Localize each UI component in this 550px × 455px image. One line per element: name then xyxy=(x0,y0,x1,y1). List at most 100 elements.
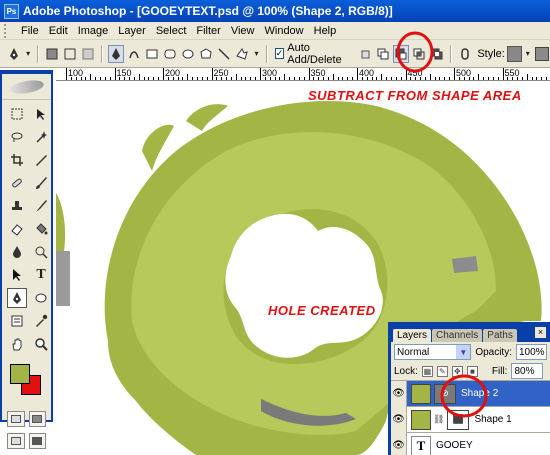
path-selection-icon[interactable] xyxy=(7,265,27,285)
ellipse-tool-icon[interactable] xyxy=(180,45,196,63)
ruler-minor-tick xyxy=(449,77,451,80)
standard-mode-button[interactable] xyxy=(7,411,25,427)
full-screen-mode-button[interactable] xyxy=(28,433,46,449)
ruler-minor-tick xyxy=(463,77,465,80)
lasso-icon[interactable] xyxy=(7,127,27,147)
menu-view[interactable]: View xyxy=(226,25,260,37)
ruler-minor-tick xyxy=(129,77,131,80)
polygon-tool-icon[interactable] xyxy=(198,45,214,63)
style-swatch[interactable] xyxy=(506,45,522,62)
ruler-minor-tick xyxy=(85,77,87,80)
eraser-icon[interactable] xyxy=(7,219,27,239)
rounded-rectangle-tool-icon[interactable] xyxy=(162,45,178,63)
ruler-minor-tick xyxy=(521,77,523,80)
eye-icon[interactable]: 👁 xyxy=(391,432,407,455)
layer-row-gooey[interactable]: 👁 T GOOEY xyxy=(391,432,550,455)
menu-image[interactable]: Image xyxy=(73,25,114,37)
ruler-minor-tick xyxy=(381,74,383,80)
standard-screen-mode-button[interactable] xyxy=(7,433,25,449)
menu-file[interactable]: File xyxy=(16,25,44,37)
fill-input[interactable]: 80% xyxy=(511,363,544,379)
color-swatch[interactable] xyxy=(534,45,550,63)
line-tool-icon[interactable] xyxy=(216,45,232,63)
ruler-minor-tick xyxy=(255,77,257,80)
ruler-minor-tick xyxy=(444,77,446,80)
menu-layer[interactable]: Layer xyxy=(113,25,151,37)
ruler-minor-tick xyxy=(158,77,160,80)
close-icon[interactable]: × xyxy=(535,327,546,338)
opacity-input[interactable]: 100% xyxy=(516,344,547,360)
fill-pixels-mode-icon[interactable] xyxy=(80,45,96,63)
foreground-color-swatch[interactable] xyxy=(10,364,30,384)
ruler-minor-tick xyxy=(332,74,334,80)
custom-shape-tool-icon[interactable] xyxy=(234,45,250,63)
shape-dropdown-icon[interactable]: ▾ xyxy=(252,45,260,63)
ruler-minor-tick xyxy=(138,74,140,80)
ruler-minor-tick xyxy=(235,74,237,80)
ruler-minor-tick xyxy=(526,74,528,80)
hand-icon[interactable] xyxy=(7,334,27,354)
shape-icon[interactable] xyxy=(31,288,51,308)
eyedropper-icon[interactable] xyxy=(31,311,51,331)
pen-icon[interactable] xyxy=(7,288,27,308)
style-dropdown-icon[interactable]: ▾ xyxy=(524,45,532,63)
ruler-minor-tick xyxy=(318,77,320,80)
clone-stamp-icon[interactable] xyxy=(7,196,27,216)
blend-mode-select[interactable]: Normal ▼ xyxy=(394,344,472,360)
tab-layers[interactable]: Layers xyxy=(393,329,432,342)
brush-icon[interactable] xyxy=(31,173,51,193)
toolbox-panel: T xyxy=(0,70,53,449)
auto-add-delete-checkbox[interactable]: ✓ xyxy=(274,48,285,59)
add-to-shape-area-icon[interactable] xyxy=(375,45,391,63)
auto-add-delete-option[interactable]: ✓ Auto Add/Delete xyxy=(274,42,350,66)
ruler-minor-tick xyxy=(177,77,179,80)
ruler-major-tick xyxy=(357,68,358,80)
shape-layers-mode-icon[interactable] xyxy=(44,45,60,63)
crop-icon[interactable] xyxy=(7,150,27,170)
menu-select[interactable]: Select xyxy=(151,25,192,37)
zoom-icon[interactable] xyxy=(31,334,51,354)
marquee-icon[interactable] xyxy=(7,104,27,124)
move-icon[interactable] xyxy=(31,104,51,124)
blur-icon[interactable] xyxy=(7,242,27,262)
pen-tool-icon[interactable] xyxy=(108,44,125,63)
tab-channels[interactable]: Channels xyxy=(432,329,483,342)
photoshop-app-icon: Ps xyxy=(4,3,19,19)
ruler-minor-tick xyxy=(75,77,77,80)
paint-bucket-icon[interactable] xyxy=(31,219,51,239)
menu-help[interactable]: Help xyxy=(309,25,342,37)
pen-tool-preset-icon[interactable] xyxy=(6,45,22,63)
type-icon[interactable]: T xyxy=(31,265,51,285)
slice-icon[interactable] xyxy=(31,150,51,170)
healing-brush-icon[interactable] xyxy=(7,173,27,193)
menu-filter[interactable]: Filter xyxy=(191,25,225,37)
link-style-icon[interactable] xyxy=(457,45,473,63)
paths-mode-icon[interactable] xyxy=(62,45,78,63)
eye-icon[interactable]: 👁 xyxy=(391,380,407,407)
create-new-shape-layer-icon[interactable] xyxy=(357,45,373,63)
history-brush-icon[interactable] xyxy=(31,196,51,216)
layers-panel-tabs: Layers Channels Paths × xyxy=(391,325,550,342)
magic-wand-icon[interactable] xyxy=(31,127,51,147)
ruler-major-tick xyxy=(114,68,116,80)
menu-window[interactable]: Window xyxy=(260,25,309,37)
notes-icon[interactable] xyxy=(7,311,27,331)
ruler-minor-tick xyxy=(192,77,194,80)
menu-bar: File Edit Image Layer Select Filter View… xyxy=(0,22,550,40)
ruler-minor-tick xyxy=(187,74,189,80)
lock-transparency-icon[interactable]: ▦ xyxy=(421,365,433,377)
preset-dropdown-icon[interactable]: ▾ xyxy=(24,45,32,63)
quick-mask-button[interactable] xyxy=(28,411,46,427)
tab-paths[interactable]: Paths xyxy=(483,329,517,342)
eye-icon[interactable]: 👁 xyxy=(391,406,407,433)
ruler-major-tick xyxy=(454,68,455,80)
mask-mode-row xyxy=(2,408,51,430)
ruler-major-tick xyxy=(66,68,67,80)
dodge-icon[interactable] xyxy=(31,242,51,262)
rectangle-tool-icon[interactable] xyxy=(144,45,160,63)
ruler-major-tick xyxy=(211,68,213,80)
ruler-minor-tick xyxy=(487,77,489,80)
chevron-down-icon: ▼ xyxy=(456,345,471,359)
menu-edit[interactable]: Edit xyxy=(44,25,73,37)
freeform-pen-icon[interactable] xyxy=(126,45,142,63)
